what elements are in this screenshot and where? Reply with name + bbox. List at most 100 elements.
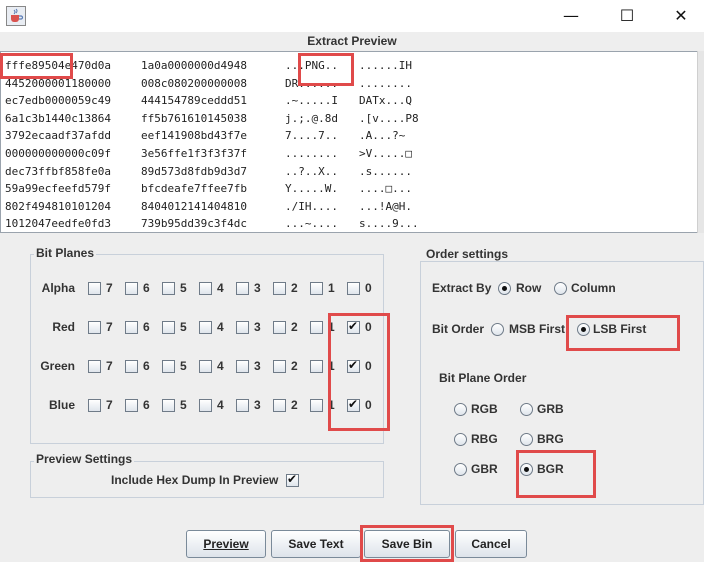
extract-by-row-radio[interactable]: [498, 282, 511, 295]
bit-plane-checkbox[interactable]: [236, 360, 249, 373]
include-hex-checkbox[interactable]: ✔: [286, 472, 299, 487]
hex-dump-ascii1: j.;.@.8d: [285, 111, 338, 125]
bit-plane-checkbox[interactable]: [162, 399, 175, 412]
bit-plane-bit-label: 3: [254, 398, 261, 412]
bit-plane-bit-label: 6: [143, 398, 150, 412]
hex-dump-hex2: 1a0a0000000d4948: [141, 59, 247, 72]
bit-plane-checkbox[interactable]: [273, 282, 286, 295]
close-button[interactable]: ✕: [658, 0, 704, 30]
hex-dump-hex1: 6a1c3b1440c13864: [5, 111, 111, 125]
hex-dump-hex2: bfcdeafe7ffee7fb: [141, 182, 247, 196]
plane-order-radio-gbr[interactable]: [454, 463, 467, 476]
bit-plane-row-label: Green: [40, 359, 75, 373]
hex-dump-ascii2: ......IH: [359, 59, 412, 72]
bit-plane-checkbox[interactable]: [199, 282, 212, 295]
bit-plane-checkbox[interactable]: [88, 399, 101, 412]
bit-plane-checkbox[interactable]: [199, 399, 212, 412]
close-icon: ✕: [674, 5, 688, 25]
hex-dump-ascii2: .A...?~: [359, 129, 406, 143]
save-text-button[interactable]: Save Text: [271, 530, 361, 558]
highlight-box: [360, 525, 454, 562]
bit-plane-checkbox[interactable]: [88, 282, 101, 295]
cancel-button[interactable]: Cancel: [455, 530, 527, 558]
hex-dump-hex2: ff5b761610145038: [141, 111, 247, 125]
bit-plane-checkbox[interactable]: [236, 321, 249, 334]
maximize-button[interactable]: ☐: [604, 0, 650, 30]
extract-preview-title: Extract Preview: [307, 34, 397, 48]
bit-plane-checkbox[interactable]: [125, 282, 138, 295]
hex-dump-ascii2: DATx...Q: [359, 94, 412, 108]
bit-plane-checkbox[interactable]: [199, 321, 212, 334]
hex-dump-hex2: 89d573d8fdb9d3d7: [141, 164, 247, 178]
bit-plane-bit-label: 1: [328, 281, 335, 295]
hex-dump-ascii2: .[v....P8: [359, 111, 419, 125]
bit-plane-bit-label: 3: [254, 359, 261, 373]
bit-plane-row-label: Red: [52, 320, 75, 334]
bit-plane-checkbox[interactable]: [236, 282, 249, 295]
bit-plane-checkbox[interactable]: [273, 399, 286, 412]
bit-plane-checkbox[interactable]: [162, 360, 175, 373]
minimize-icon: —: [563, 5, 579, 25]
hex-dump-hex2: 8404012141404810: [141, 199, 247, 213]
bit-plane-checkbox[interactable]: [162, 282, 175, 295]
highlight-box: [328, 313, 390, 431]
plane-order-label: RGB: [471, 402, 498, 416]
bit-plane-checkbox[interactable]: [125, 360, 138, 373]
bit-plane-checkbox[interactable]: [310, 360, 323, 373]
bit-plane-checkbox[interactable]: [125, 399, 138, 412]
highlight-box: [566, 315, 680, 351]
plane-order-radio-rbg[interactable]: [454, 433, 467, 446]
preview-scrollbar[interactable]: [697, 51, 704, 233]
plane-order-radio-rgb[interactable]: [454, 403, 467, 416]
bit-plane-bit-label: 7: [106, 320, 113, 334]
bit-plane-checkbox[interactable]: [88, 360, 101, 373]
hex-dump-ascii2: .s......: [359, 164, 412, 178]
plane-order-radio-grb[interactable]: [520, 403, 533, 416]
hex-dump-ascii1: Y.....W.: [285, 182, 338, 196]
hex-dump-ascii1: .~.....I: [285, 94, 338, 108]
bit-plane-bit-label: 0: [365, 281, 372, 295]
bit-plane-checkbox[interactable]: [310, 321, 323, 334]
hex-dump-ascii1: ..?..X..: [285, 164, 338, 178]
hex-dump-ascii1: 7....7..: [285, 129, 338, 143]
preview-button[interactable]: Preview: [186, 530, 266, 558]
plane-order-radio-brg[interactable]: [520, 433, 533, 446]
bit-plane-checkbox[interactable]: [125, 321, 138, 334]
msb-first-label: MSB First: [509, 322, 566, 336]
bit-plane-checkbox[interactable]: [347, 282, 360, 295]
bit-plane-checkbox[interactable]: [199, 360, 212, 373]
bit-plane-bit-label: 3: [254, 320, 261, 334]
hex-dump-hex2: 008c080200000008: [141, 76, 247, 90]
bit-plane-bit-label: 5: [180, 281, 187, 295]
bit-plane-bit-label: 4: [217, 359, 224, 373]
extract-by-column-radio[interactable]: [554, 282, 567, 295]
bit-plane-row-label: Blue: [48, 398, 75, 412]
plane-order-label: RBG: [471, 432, 498, 446]
bit-plane-checkbox[interactable]: [162, 321, 175, 334]
bit-plane-checkbox[interactable]: [273, 360, 286, 373]
bit-plane-checkbox[interactable]: [236, 399, 249, 412]
highlight-box: [516, 450, 596, 498]
msb-first-radio[interactable]: [491, 323, 504, 336]
bit-planes-title: Bit Planes: [34, 246, 97, 260]
bit-plane-bit-label: 7: [106, 281, 113, 295]
hex-dump-ascii1: ./IH....: [285, 199, 338, 213]
hex-dump-hex2: 444154789ceddd51: [141, 94, 247, 108]
hex-dump-ascii2: ........: [359, 76, 412, 90]
minimize-button[interactable]: —: [548, 0, 594, 30]
highlight-box: [0, 53, 73, 79]
bit-plane-checkbox[interactable]: [273, 321, 286, 334]
bit-plane-checkbox[interactable]: [88, 321, 101, 334]
bit-plane-bit-label: 2: [291, 398, 298, 412]
check-icon: ✔: [287, 472, 298, 486]
bit-plane-checkbox[interactable]: [310, 399, 323, 412]
include-hex-label: Include Hex Dump In Preview: [111, 473, 279, 487]
bit-plane-bit-label: 2: [291, 320, 298, 334]
hex-dump-hex1: ec7edb0000059c49: [5, 94, 111, 108]
bit-plane-checkbox[interactable]: [310, 282, 323, 295]
hex-dump-hex1: 3792ecaadf37afdd: [5, 129, 111, 143]
bit-plane-order-label: Bit Plane Order: [439, 371, 527, 385]
title-bar: [0, 0, 704, 32]
bit-plane-bit-label: 4: [217, 398, 224, 412]
plane-order-label: GBR: [471, 462, 498, 476]
